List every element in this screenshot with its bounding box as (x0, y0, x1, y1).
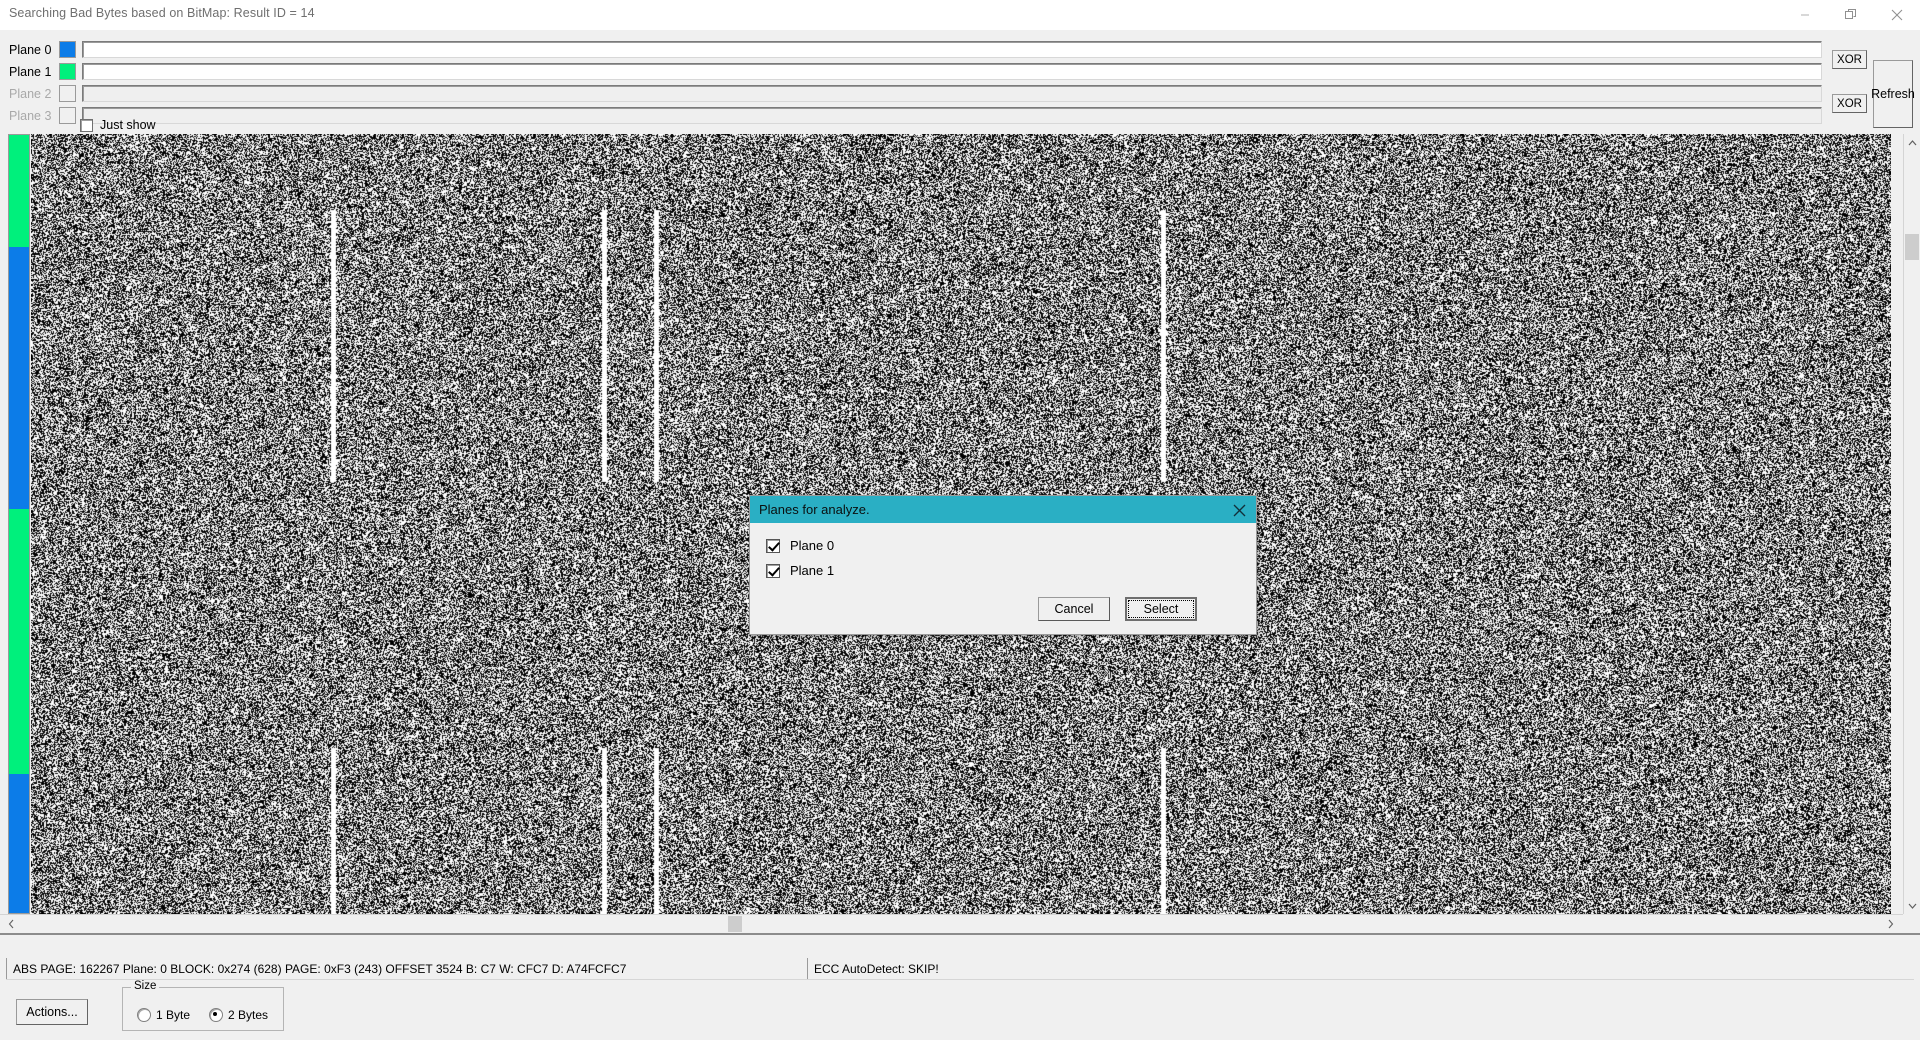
minimize-button[interactable] (1782, 0, 1828, 30)
window-title: Searching Bad Bytes based on BitMap: Res… (9, 6, 315, 20)
plane-color-band (9, 509, 29, 774)
plane-row-0: Plane 0 XOR (0, 40, 1920, 69)
close-icon (1891, 9, 1903, 21)
dialog-checkbox-plane-1-box[interactable] (766, 563, 780, 578)
status-page-info: ABS PAGE: 162267 Plane: 0 BLOCK: 0x274 (… (6, 958, 807, 980)
plane-color-band (9, 247, 29, 509)
just-show-label: Just show (100, 118, 156, 132)
title-bar: Searching Bad Bytes based on BitMap: Res… (0, 0, 1920, 31)
plane-input-3 (82, 107, 1822, 124)
planes-dialog: Planes for analyze. Plane 0 Plane 1 Canc… (749, 495, 1257, 635)
size-group: Size 1 Byte 2 Bytes (122, 980, 284, 1031)
status-bar-divider (6, 979, 1914, 980)
dialog-cancel-button[interactable]: Cancel (1038, 597, 1110, 621)
plane-label-0: Plane 0 (9, 43, 52, 57)
actions-button[interactable]: Actions... (16, 999, 88, 1025)
radio-2-bytes-label: 2 Bytes (228, 1008, 269, 1022)
chevron-left-icon (8, 919, 13, 928)
minimize-icon (1801, 14, 1809, 16)
dialog-checkbox-plane-0-box[interactable] (766, 538, 780, 553)
dialog-checkbox-plane-0-label: Plane 0 (790, 538, 835, 553)
scroll-right-button[interactable] (1882, 915, 1899, 932)
vertical-scrollbar[interactable] (1903, 134, 1920, 914)
plane-color-band (9, 774, 29, 913)
radio-1-byte-label: 1 Byte (156, 1008, 191, 1022)
plane-label-3: Plane 3 (9, 109, 52, 123)
dialog-select-button-label: Select (1128, 600, 1194, 618)
plane-input-2 (82, 85, 1822, 102)
plane-label-2: Plane 2 (9, 87, 52, 101)
scroll-left-button[interactable] (2, 915, 19, 932)
radio-1-byte[interactable]: 1 Byte (137, 1008, 190, 1022)
size-group-title: Size (131, 980, 160, 992)
bottom-toolbar: Actions... Size 1 Byte 2 Bytes Quit Appl… (0, 980, 1920, 1040)
dialog-close-button[interactable] (1228, 499, 1250, 521)
scroll-up-button[interactable] (1904, 134, 1920, 151)
plane-row-1: Plane 1 XOR (0, 62, 1920, 113)
restore-icon (1845, 9, 1856, 19)
plane-row-2: Plane 2 XOR (0, 84, 1920, 157)
dialog-checkbox-plane-1[interactable]: Plane 1 (766, 563, 834, 578)
chevron-down-icon (1908, 903, 1916, 909)
plane-row-3: Plane 3 XOR (0, 106, 1920, 201)
horizontal-scroll-thumb[interactable] (728, 916, 742, 932)
plane-color-swatch-1[interactable] (59, 63, 76, 80)
window-controls (1782, 0, 1920, 30)
just-show-row[interactable]: Just show (80, 118, 156, 132)
just-show-checkbox[interactable] (80, 118, 93, 132)
plane-input-0[interactable] (82, 41, 1822, 58)
plane-input-1[interactable] (82, 63, 1822, 80)
plane-color-swatch-2 (59, 85, 76, 102)
plane-color-swatch-3 (59, 107, 76, 124)
dialog-select-button[interactable]: Select (1125, 597, 1197, 621)
status-bar: ABS PAGE: 162267 Plane: 0 BLOCK: 0x274 (… (6, 958, 1914, 980)
chevron-right-icon (1888, 919, 1893, 928)
dialog-title-text: Planes for analyze. (759, 502, 870, 517)
plane-color-strip (8, 134, 30, 914)
dialog-checkbox-plane-0[interactable]: Plane 0 (766, 538, 834, 553)
close-button[interactable] (1874, 0, 1920, 30)
app-window: Searching Bad Bytes based on BitMap: Res… (0, 0, 1920, 1040)
refresh-button[interactable]: Refresh (1871, 60, 1915, 128)
canvas-bottom-divider (0, 933, 1920, 935)
chevron-up-icon (1908, 139, 1916, 145)
radio-1-byte-indicator[interactable] (137, 1008, 151, 1022)
horizontal-scrollbar[interactable] (0, 914, 1903, 932)
dialog-title-bar: Planes for analyze. (750, 496, 1256, 523)
restore-button[interactable] (1828, 0, 1874, 30)
radio-2-bytes[interactable]: 2 Bytes (209, 1008, 268, 1022)
status-ecc-info: ECC AutoDetect: SKIP! (807, 958, 1907, 980)
plane-label-1: Plane 1 (9, 65, 52, 79)
radio-2-bytes-indicator[interactable] (209, 1008, 223, 1022)
close-icon (1233, 504, 1245, 516)
plane-color-band (9, 135, 29, 247)
dialog-checkbox-plane-1-label: Plane 1 (790, 563, 835, 578)
vertical-scroll-thumb[interactable] (1905, 234, 1919, 260)
plane-color-swatch-0[interactable] (59, 41, 76, 58)
scroll-down-button[interactable] (1904, 897, 1920, 914)
planes-panel: Plane 0 XOR Plane 1 XOR Plane 2 XOR Plan… (0, 30, 1920, 201)
